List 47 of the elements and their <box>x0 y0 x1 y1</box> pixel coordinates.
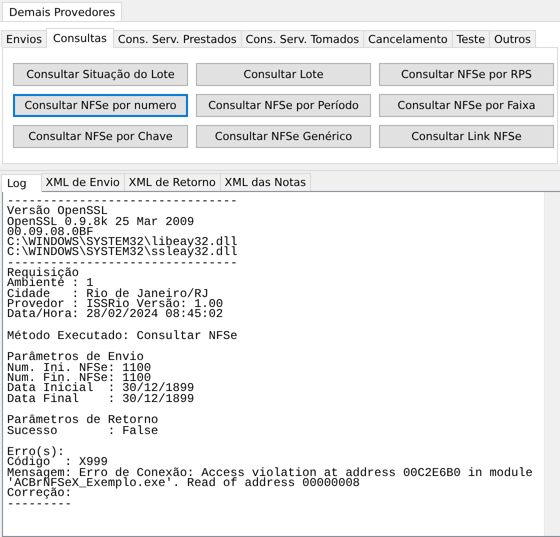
tab[interactable]: Consultas <box>46 28 114 48</box>
query-button[interactable]: Consultar NFSe por Chave <box>13 125 188 148</box>
log-line: C:\WINDOWS\SYSTEM32\libeay32.dll <box>7 237 238 248</box>
query-button[interactable]: Consultar Situação do Lote <box>13 63 188 86</box>
log-line: OpenSSL 0.9.8k 25 Mar 2009 <box>7 216 196 227</box>
log-line: 'ACBrNFSeX_Exemplo.exe'. Read of address 00000008 <box>7 478 360 488</box>
log-line: Correção: <box>7 488 72 499</box>
tab[interactable]: Cons. Serv. Tomados <box>240 30 364 47</box>
log-line: Num. Fin. NFSe: 1100 <box>7 373 152 384</box>
log-line: Parâmetros de Envio <box>7 352 144 363</box>
tab[interactable]: Envios <box>1 30 47 47</box>
log-line: Data Inicial : 30/12/1899 <box>7 383 196 394</box>
log-line: Cidade : Rio de Janeiro/RJ <box>7 288 209 299</box>
query-button[interactable]: Consultar Lote <box>196 63 371 86</box>
log-line: Código : X999 <box>7 457 109 468</box>
query-button[interactable]: Consultar NFSe por Período <box>196 94 371 117</box>
tab[interactable]: Cons. Serv. Prestados <box>112 30 242 47</box>
tab[interactable]: Demais Provedores <box>2 2 122 21</box>
tab[interactable]: Teste <box>452 30 490 47</box>
log-line: Sucesso : False <box>7 426 160 436</box>
log-line: Versão OpenSSL <box>7 206 109 217</box>
query-button[interactable]: Consultar NFSe por RPS <box>379 63 554 86</box>
log-line: 00.09.08.0BF <box>7 226 94 238</box>
log-line: Data/Hora: 28/02/2024 08:45:02 <box>7 309 224 320</box>
log-line: Requisição <box>7 268 80 278</box>
log-line: C:\WINDOWS\SYSTEM32\ssleay32.dll <box>7 247 238 258</box>
log-line: Erro(s): <box>7 447 66 458</box>
log-textarea[interactable] <box>2 191 560 537</box>
tab[interactable]: Outros <box>489 30 536 47</box>
log-line: Mensagem: Erro de Conexão: Access violation at address 00C2E6B0 in module <box>7 468 534 478</box>
tab[interactable]: Log <box>1 174 42 192</box>
scrollbar[interactable] <box>544 192 560 536</box>
log-line: Data Final : 30/12/1899 <box>7 394 196 404</box>
tab[interactable]: XML das Notas <box>220 173 312 191</box>
log-line: Ambiente : 1 <box>7 278 94 289</box>
log-line: Provedor : ISSRio Versão: 1.00 <box>7 298 224 310</box>
tab[interactable]: Cancelamento <box>363 30 453 47</box>
log-line: Método Executado: Consultar NFSe <box>7 330 238 342</box>
log-line: -------------------------------- <box>7 258 238 268</box>
query-button[interactable]: Consultar NFSe Genérico <box>196 125 371 148</box>
log-line: --------- <box>7 498 73 509</box>
query-button[interactable]: Consultar NFSe por Faixa <box>379 94 554 117</box>
query-button[interactable]: Consultar NFSe por numero <box>13 94 188 117</box>
log-line: Num. Ini. NFSe: 1100 <box>7 362 152 374</box>
log-line: -------------------------------- <box>7 196 238 206</box>
query-button[interactable]: Consultar Link NFSe <box>379 125 554 148</box>
log-line: Parâmetros de Retorno <box>7 415 160 426</box>
